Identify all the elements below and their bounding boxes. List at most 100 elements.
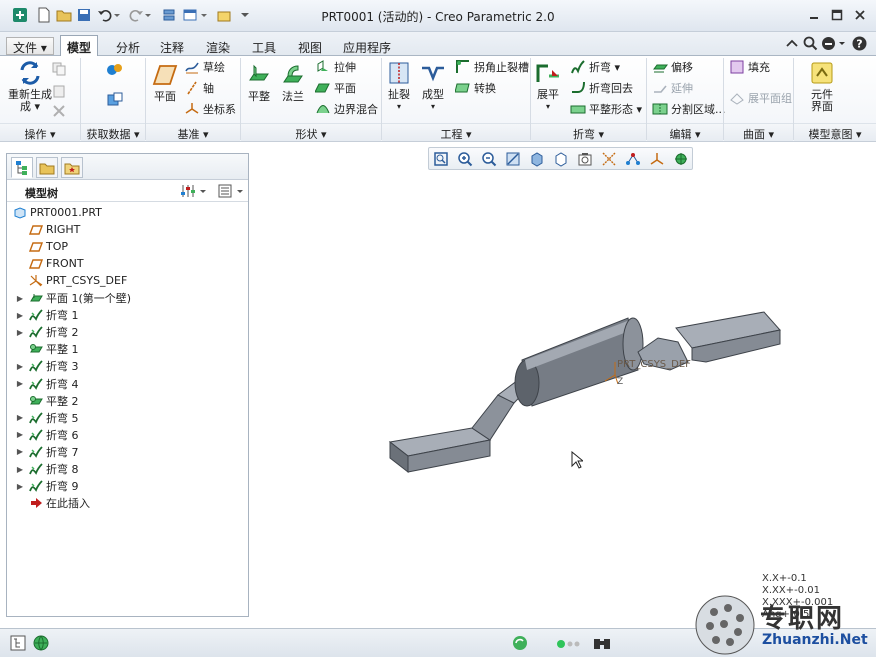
- regenerate-button[interactable]: 重新生成 成 ▾: [8, 60, 52, 113]
- delete-icon[interactable]: [52, 104, 66, 118]
- tab-model-tree[interactable]: [11, 157, 33, 178]
- tab-analysis[interactable]: 分析: [110, 38, 146, 56]
- model-tree-item[interactable]: ▶ 折弯 2: [7, 324, 248, 341]
- zoom-out-icon[interactable]: [481, 151, 497, 167]
- model-tree-item[interactable]: FRONT: [7, 255, 248, 272]
- group-operations[interactable]: 操作 ▾: [0, 123, 80, 141]
- model-tree-item[interactable]: ▶ 折弯 8: [7, 461, 248, 478]
- copy-icon[interactable]: [52, 62, 66, 76]
- expand-arrow-icon[interactable]: ▶: [15, 311, 25, 320]
- search-icon[interactable]: [803, 36, 818, 51]
- group-bend[interactable]: 折弯 ▾: [531, 123, 646, 141]
- sheetmetal-model[interactable]: [380, 300, 800, 490]
- paste-icon[interactable]: [52, 84, 66, 98]
- bend-button[interactable]: 折弯 ▾: [570, 58, 620, 76]
- tab-file[interactable]: 文件 ▾: [6, 37, 54, 55]
- collapse-ribbon-icon[interactable]: [785, 37, 799, 51]
- model-tree-item[interactable]: ▶ 折弯 3: [7, 358, 248, 375]
- tab-favorites[interactable]: [61, 157, 83, 178]
- model-tree-item[interactable]: ▶ 折弯 4: [7, 375, 248, 392]
- model-tree-item[interactable]: PRT0001.PRT: [7, 204, 248, 221]
- show-columns-icon[interactable]: [217, 183, 233, 199]
- model-tree-item[interactable]: 在此插入: [7, 495, 248, 512]
- repaint-icon[interactable]: [505, 151, 521, 167]
- extend-button[interactable]: 延伸: [652, 79, 693, 97]
- flat-wall-button[interactable]: 平整: [244, 62, 274, 103]
- form-button[interactable]: 成型 ▾: [418, 60, 448, 113]
- corner-relief-button[interactable]: 拐角止裂槽: [455, 58, 529, 76]
- model-tree-item[interactable]: TOP: [7, 238, 248, 255]
- minimize-icon[interactable]: [808, 9, 820, 21]
- axis-button[interactable]: 轴: [184, 79, 214, 97]
- navigator-toggle-icon[interactable]: [10, 635, 26, 651]
- model-tree-item[interactable]: 平整 2: [7, 392, 248, 409]
- sketch-button[interactable]: 草绘: [184, 58, 225, 76]
- maximize-icon[interactable]: [831, 9, 843, 21]
- model-tree-item[interactable]: RIGHT: [7, 221, 248, 238]
- community-icon[interactable]: [821, 36, 836, 51]
- expand-arrow-icon[interactable]: ▶: [15, 328, 25, 337]
- flat-pattern-button[interactable]: 平整形态 ▾: [570, 100, 642, 118]
- extrude-button[interactable]: 拉伸: [315, 58, 356, 76]
- unbend-button[interactable]: 展平 ▾: [533, 60, 563, 113]
- expand-arrow-icon[interactable]: ▶: [15, 379, 25, 388]
- expand-arrow-icon[interactable]: ▶: [15, 465, 25, 474]
- model-tree-item[interactable]: 平整 1: [7, 341, 248, 358]
- split-area-button[interactable]: 分割区域...: [652, 100, 726, 118]
- flatten-quilt-button[interactable]: 展平面组: [729, 89, 792, 107]
- model-tree-item[interactable]: ▶ 折弯 7: [7, 443, 248, 460]
- group-engineering[interactable]: 工程 ▾: [382, 123, 530, 141]
- close-icon[interactable]: [854, 9, 866, 21]
- saved-orientations-icon[interactable]: [553, 151, 569, 167]
- tab-folder-browser[interactable]: [36, 157, 58, 178]
- offset-button[interactable]: 偏移: [652, 58, 693, 76]
- component-interface-button[interactable]: 元件 界面: [800, 60, 844, 113]
- expand-arrow-icon[interactable]: ▶: [15, 482, 25, 491]
- group-surfaces[interactable]: 曲面 ▾: [724, 123, 793, 141]
- tab-annotate[interactable]: 注释: [154, 38, 190, 56]
- tab-tools[interactable]: 工具: [246, 38, 282, 56]
- group-editing[interactable]: 编辑 ▾: [647, 123, 723, 141]
- expand-arrow-icon[interactable]: ▶: [15, 413, 25, 422]
- model-tree-item[interactable]: ▶ 折弯 1: [7, 307, 248, 324]
- planar-button[interactable]: 平面: [315, 79, 356, 97]
- group-model-intent[interactable]: 模型意图 ▾: [794, 123, 876, 141]
- datum-display-icon[interactable]: [601, 151, 617, 167]
- expand-arrow-icon[interactable]: ▶: [15, 294, 25, 303]
- convert-button[interactable]: 转换: [455, 79, 496, 97]
- csys-button[interactable]: 坐标系: [184, 100, 236, 118]
- tree-settings-dropdown-icon[interactable]: [199, 188, 207, 196]
- regenerate-status-icon[interactable]: [511, 634, 529, 652]
- bend-back-button[interactable]: 折弯回去: [570, 79, 633, 97]
- model-tree-item[interactable]: ▶ 折弯 9: [7, 478, 248, 495]
- tab-model[interactable]: 模型: [60, 35, 99, 57]
- model-tree-item[interactable]: ▶ 折弯 5: [7, 409, 248, 426]
- find-icon[interactable]: [592, 633, 612, 653]
- show-dropdown-icon[interactable]: [236, 188, 244, 196]
- tab-view[interactable]: 视图: [292, 38, 328, 56]
- view-manager-icon[interactable]: [577, 151, 593, 167]
- expand-arrow-icon[interactable]: ▶: [15, 447, 25, 456]
- flange-wall-button[interactable]: 法兰: [278, 62, 308, 103]
- model-tree-item[interactable]: ▶ 折弯 6: [7, 426, 248, 443]
- browser-toggle-icon[interactable]: [32, 634, 50, 652]
- expand-arrow-icon[interactable]: ▶: [15, 362, 25, 371]
- spin-center-icon[interactable]: [673, 151, 689, 167]
- boundary-blend-button[interactable]: 边界混合: [315, 100, 378, 118]
- display-style-icon[interactable]: [529, 151, 545, 167]
- model-tree-item[interactable]: ▶ 平面 1(第一个壁): [7, 290, 248, 307]
- group-get-data[interactable]: 获取数据 ▾: [81, 123, 145, 141]
- expand-arrow-icon[interactable]: ▶: [15, 430, 25, 439]
- community-dropdown-icon[interactable]: [838, 40, 846, 48]
- group-shapes[interactable]: 形状 ▾: [241, 123, 381, 141]
- help-icon[interactable]: ?: [852, 36, 867, 51]
- refit-icon[interactable]: [433, 151, 449, 167]
- tree-settings-icon[interactable]: [180, 183, 196, 199]
- csys-display-icon[interactable]: [649, 151, 665, 167]
- rip-button[interactable]: 扯裂 ▾: [384, 60, 414, 113]
- group-datum[interactable]: 基准 ▾: [146, 123, 240, 141]
- tab-render[interactable]: 渲染: [200, 38, 236, 56]
- user-defined-feature-icon[interactable]: [106, 62, 124, 78]
- tab-applications[interactable]: 应用程序: [337, 38, 397, 56]
- zoom-in-icon[interactable]: [457, 151, 473, 167]
